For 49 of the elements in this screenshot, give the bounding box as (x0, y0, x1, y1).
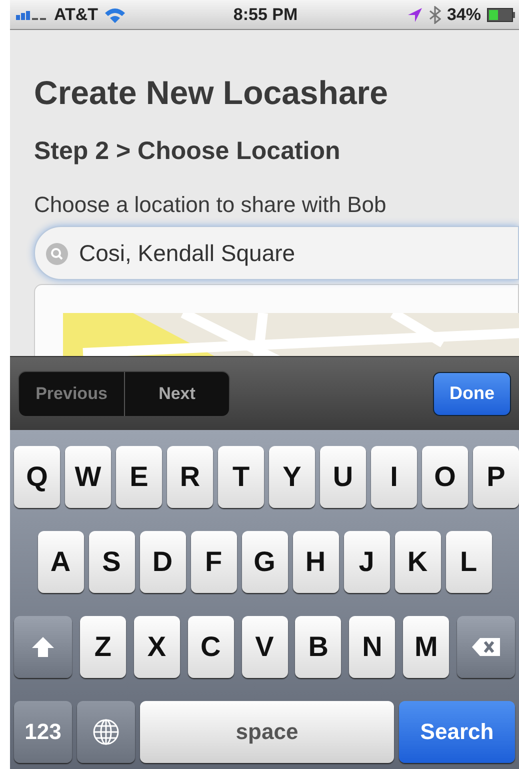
letter-key[interactable]: A (38, 531, 84, 593)
letter-key[interactable]: F (190, 531, 236, 593)
shift-key[interactable] (14, 616, 72, 678)
up-arrow-icon (31, 636, 55, 658)
letter-key[interactable]: Q (14, 446, 60, 508)
delete-key[interactable] (457, 616, 515, 678)
letter-key[interactable]: V (242, 616, 288, 678)
letter-key[interactable]: I (371, 446, 417, 508)
letter-key[interactable]: X (134, 616, 180, 678)
search-field[interactable]: Cosi, Kendall Square (34, 226, 519, 280)
nav-button[interactable]: Next (124, 372, 229, 416)
letter-key[interactable]: U (320, 446, 366, 508)
letter-key[interactable]: L (446, 531, 492, 593)
letter-key[interactable]: P (473, 446, 519, 508)
letter-key[interactable]: E (116, 446, 162, 508)
battery-icon (487, 8, 515, 22)
letter-key[interactable]: N (349, 616, 396, 678)
letter-key[interactable]: Z (80, 616, 126, 678)
letter-key[interactable]: W (65, 446, 111, 508)
search-key[interactable]: Search (399, 701, 515, 763)
letter-key[interactable]: K (394, 531, 440, 593)
letter-key[interactable]: Y (269, 446, 315, 508)
page-title: Create New Locashare (34, 74, 389, 112)
backspace-icon (471, 637, 501, 657)
bluetooth-icon (428, 6, 441, 24)
done-button[interactable]: Done (433, 372, 511, 416)
signal-icon (16, 10, 48, 20)
letter-key[interactable]: T (218, 446, 264, 508)
letter-key[interactable]: H (292, 531, 338, 593)
space-key[interactable]: space (140, 701, 394, 763)
letter-key[interactable]: G (242, 531, 288, 593)
letter-key[interactable]: C (188, 616, 234, 678)
clock-time: 8:55 PM (233, 4, 298, 24)
letter-key[interactable]: J (344, 531, 390, 593)
letter-key[interactable]: M (403, 616, 450, 678)
instruction-text: Choose a location to share with Bob (34, 192, 388, 218)
letter-key[interactable]: R (167, 446, 213, 508)
step-heading: Step 2 > Choose Location (34, 137, 342, 166)
location-arrow-icon (406, 6, 423, 22)
globe-key[interactable] (77, 701, 135, 763)
letter-key[interactable]: B (295, 616, 342, 678)
carrier-name: AT&T (54, 4, 98, 24)
wifi-icon (104, 6, 126, 22)
numbers-key[interactable]: 123 (14, 701, 72, 763)
letter-key[interactable]: D (140, 531, 186, 593)
letter-key[interactable]: S (88, 531, 134, 593)
letter-key[interactable]: O (422, 446, 468, 508)
globe-icon (92, 718, 120, 746)
battery-percent: 34% (446, 4, 481, 24)
